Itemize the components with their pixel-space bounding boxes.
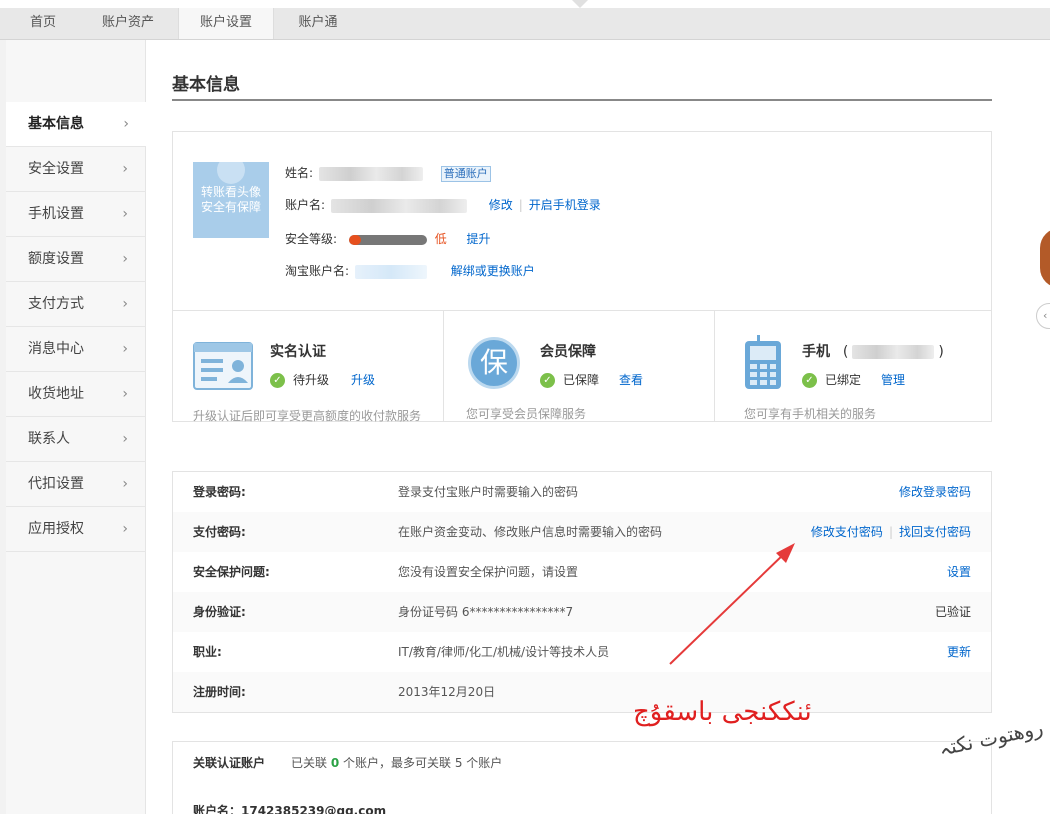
annotation-arrow bbox=[669, 543, 795, 665]
annotation-text: ئنککنجی باسقۇچ bbox=[633, 697, 812, 727]
